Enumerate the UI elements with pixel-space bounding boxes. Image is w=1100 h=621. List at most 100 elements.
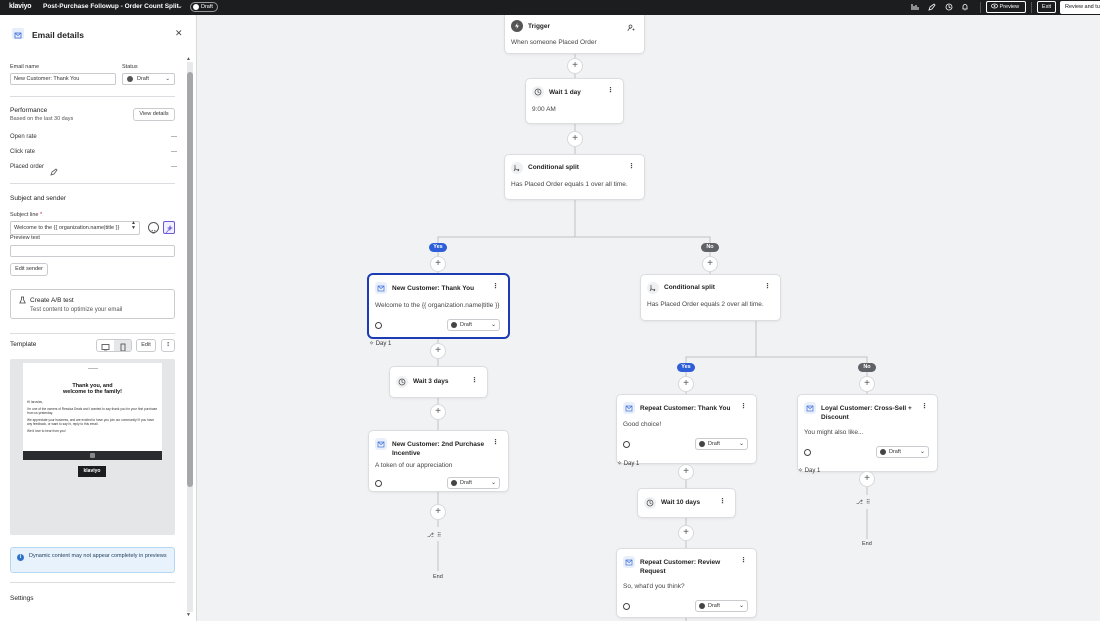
user-settings-icon[interactable] — [627, 19, 635, 37]
more-options-icon[interactable]: ⋮ — [740, 556, 747, 564]
emoji-icon[interactable] — [148, 222, 159, 234]
status-dot-icon — [880, 449, 886, 455]
subject-line-input[interactable]: Welcome to the {{ organization.name|titl… — [10, 221, 140, 235]
add-step-button[interactable]: + — [431, 405, 445, 419]
performance-subtitle: Based on the last 30 days — [10, 116, 74, 122]
desktop-icon[interactable] — [97, 340, 114, 351]
chevron-down-icon: ⌄ — [165, 76, 170, 82]
status-select[interactable]: Draft ⌄ — [876, 446, 929, 458]
pencil-icon[interactable] — [928, 3, 936, 11]
preview-button[interactable]: Preview — [986, 1, 1026, 13]
branch-icon[interactable]: ⎇ — [427, 532, 434, 539]
schedule-icon — [623, 603, 630, 610]
wait-node[interactable]: Wait 1 day ⋮ 9:00 AM — [526, 79, 623, 123]
add-step-button[interactable]: + — [679, 526, 693, 540]
chevron-down-icon: ⌄ — [919, 449, 925, 455]
panel-scrollbar[interactable]: ▲ ▼ — [186, 56, 194, 621]
status-label: Status — [122, 64, 138, 70]
more-options-icon[interactable]: ⋮ — [740, 402, 747, 410]
wait-node[interactable]: Wait 10 days ⋮ — [638, 489, 735, 517]
email-node[interactable]: Repeat Customer: Thank You ⋮ Good choice… — [617, 395, 756, 463]
more-options-icon[interactable]: ⋮ — [628, 162, 635, 170]
status-select[interactable]: Draft ⌄ — [122, 73, 175, 85]
email-node[interactable]: Loyal Customer: Cross-Sell + Discount ⋮ … — [798, 395, 937, 471]
analytics-icon[interactable] — [911, 3, 919, 11]
drag-handle-icon[interactable]: ⠿ — [437, 532, 441, 539]
history-icon[interactable] — [945, 3, 953, 11]
divider — [980, 2, 981, 13]
trigger-node[interactable]: Trigger When someone Placed Order — [505, 15, 644, 53]
flow-canvas[interactable]: Trigger When someone Placed Order + Wait… — [198, 15, 1100, 621]
status-select[interactable]: Draft ⌄ — [447, 319, 500, 331]
branch-icon[interactable]: ⎇ — [856, 499, 863, 506]
more-options-icon[interactable]: ⋮ — [764, 282, 771, 290]
add-step-button[interactable]: + — [679, 377, 693, 391]
node-title: Repeat Customer: Thank You — [640, 405, 731, 412]
view-details-button[interactable]: View details — [133, 108, 175, 121]
flow-title[interactable]: Post-Purchase Followup - Order Count Spl… — [43, 3, 179, 10]
add-step-button[interactable]: + — [703, 257, 717, 271]
more-options-icon[interactable]: ⋮ — [492, 282, 499, 290]
more-options-icon[interactable]: ⋮ — [719, 497, 726, 505]
close-icon[interactable]: ✕ — [175, 28, 183, 39]
add-step-button[interactable]: + — [431, 257, 445, 271]
node-title: Wait 1 day — [549, 89, 581, 96]
template-edit-button[interactable]: Edit — [136, 339, 156, 352]
exit-button[interactable]: Exit — [1037, 1, 1056, 13]
pencil-icon[interactable] — [50, 163, 58, 181]
more-options-icon[interactable]: ⋮ — [161, 339, 175, 352]
node-subtitle: Has Placed Order equals 2 over all time. — [647, 301, 764, 308]
email-name-input[interactable]: New Customer: Thank You — [10, 73, 116, 85]
scrollbar-thumb[interactable] — [187, 72, 193, 487]
clock-icon — [644, 497, 656, 509]
flask-icon — [19, 296, 26, 304]
status-select[interactable]: Draft ⌄ — [447, 477, 500, 489]
wait-node[interactable]: Wait 3 days ⋮ — [390, 367, 487, 397]
status-select[interactable]: Draft ⌄ — [695, 438, 748, 450]
add-step-button[interactable]: + — [860, 377, 874, 391]
branch-merge-control[interactable]: ⎇ ⠿ — [427, 529, 455, 541]
email-node[interactable]: Repeat Customer: Review Request ⋮ So, wh… — [617, 549, 756, 617]
more-options-icon[interactable]: ⋮ — [921, 402, 928, 410]
edit-sender-button[interactable]: Edit sender — [10, 263, 48, 276]
add-step-button[interactable]: + — [431, 344, 445, 358]
mobile-icon[interactable] — [114, 340, 131, 351]
status-select[interactable]: Draft ⌄ — [695, 600, 748, 612]
add-step-button[interactable]: + — [679, 465, 693, 479]
preview-text-input[interactable] — [10, 245, 175, 257]
add-step-button[interactable]: + — [431, 505, 445, 519]
ai-assist-icon[interactable] — [163, 221, 175, 234]
add-step-button[interactable]: + — [568, 132, 582, 146]
add-step-button[interactable]: + — [860, 472, 874, 486]
chevron-down-icon[interactable]: ⌄ — [177, 2, 183, 10]
node-title: New Customer: Thank You — [392, 285, 475, 292]
schedule-icon — [375, 480, 382, 487]
more-options-icon[interactable]: ⋮ — [607, 86, 614, 94]
status-dot-icon — [127, 76, 133, 82]
no-branch-label: No — [701, 243, 719, 252]
bell-icon[interactable] — [961, 3, 969, 11]
email-node[interactable]: New Customer: 2nd Purchase Incentive ⋮ A… — [369, 431, 508, 491]
more-options-icon[interactable]: ⋮ — [471, 376, 478, 384]
chevron-down-icon: ⌄ — [738, 603, 744, 609]
review-and-turn-on-button[interactable]: Review and turn on — [1060, 1, 1100, 14]
scroll-down-icon[interactable]: ▼ — [186, 612, 191, 618]
schedule-icon — [375, 322, 382, 329]
ab-test-card[interactable]: Create A/B test Test content to optimize… — [10, 289, 175, 319]
divider — [10, 582, 175, 583]
conditional-split-node[interactable]: Conditional split ⋮ Has Placed Order equ… — [641, 275, 780, 320]
drag-handle-icon[interactable]: ⠿ — [866, 499, 870, 506]
yes-branch-label: Yes — [677, 363, 695, 372]
stepper-icon[interactable]: ▲ ▼ — [131, 221, 136, 231]
template-preview[interactable]: Thank you, and welcome to the family! Hi … — [10, 359, 175, 535]
add-step-button[interactable]: + — [568, 59, 582, 73]
end-label: End — [433, 574, 443, 580]
email-node-selected[interactable]: New Customer: Thank You ⋮ Welcome to the… — [369, 275, 508, 337]
info-icon: i — [17, 554, 24, 561]
branch-merge-control[interactable]: ⎇ ⠿ — [856, 496, 884, 508]
template-title: Template — [10, 341, 37, 348]
more-options-icon[interactable]: ⋮ — [492, 438, 499, 446]
status-dot-icon — [699, 441, 705, 447]
conditional-split-node[interactable]: Conditional split ⋮ Has Placed Order equ… — [505, 155, 644, 199]
panel-title: Email details — [32, 30, 84, 40]
